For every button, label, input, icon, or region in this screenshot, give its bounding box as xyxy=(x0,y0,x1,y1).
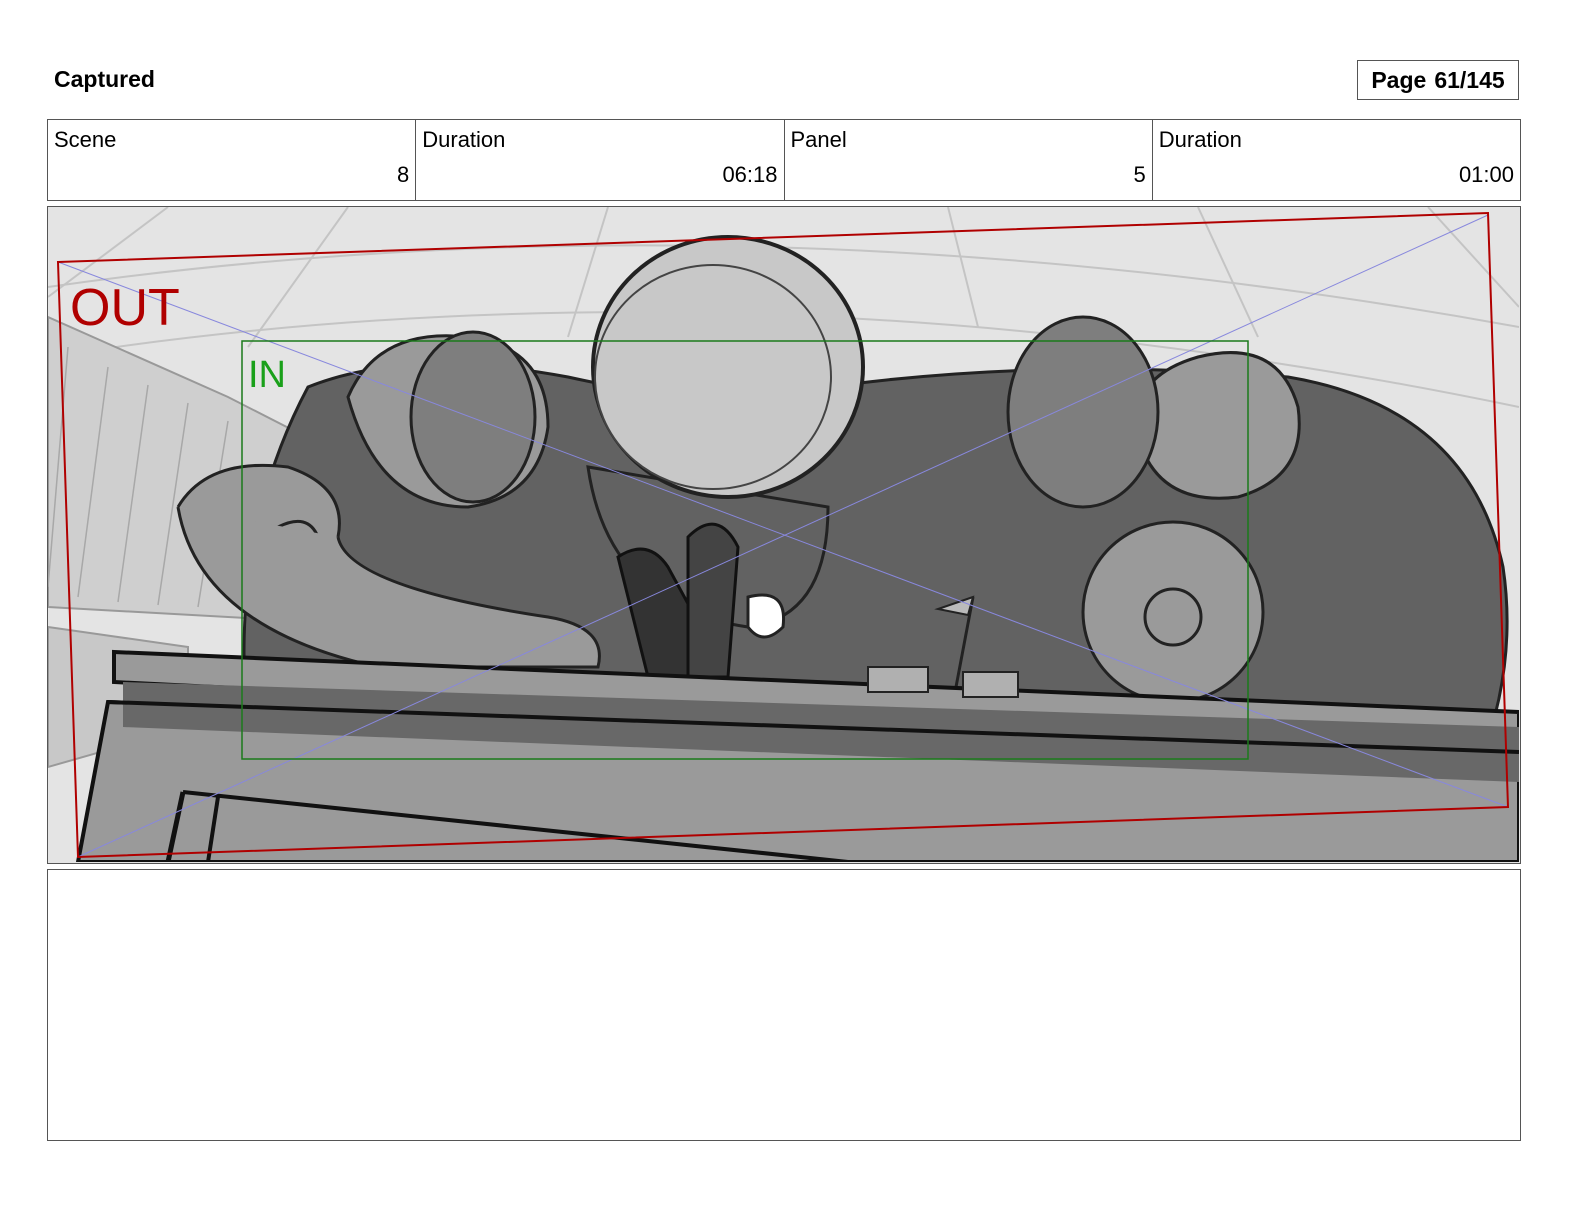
panel-cell: Panel 5 xyxy=(785,120,1153,200)
in-label: IN xyxy=(248,354,286,396)
page-label: Page xyxy=(1371,66,1427,93)
panel-duration-cell: Duration 01:00 xyxy=(1153,120,1520,200)
scene-info-table: Scene 8 Duration 06:18 Panel 5 Duration … xyxy=(47,119,1521,201)
scene-value: 8 xyxy=(397,162,410,187)
scene-duration-value: 06:18 xyxy=(722,162,778,187)
panel-notes-box[interactable] xyxy=(47,869,1521,1141)
panel-value: 5 xyxy=(1133,162,1146,187)
document-title: Captured xyxy=(54,66,155,92)
scene-label: Scene xyxy=(54,127,117,152)
scene-duration-cell: Duration 06:18 xyxy=(416,120,785,200)
panel-duration-value: 01:00 xyxy=(1458,162,1514,187)
out-label: OUT xyxy=(70,279,180,337)
storyboard-panel: OUT IN xyxy=(47,206,1521,864)
page-indicator: Page 61/145 xyxy=(1357,60,1519,100)
scene-duration-label: Duration xyxy=(422,127,506,152)
page-number: 61/145 xyxy=(1434,66,1505,93)
panel-label: Panel xyxy=(790,127,847,152)
scene-cell: Scene 8 xyxy=(48,120,417,200)
panel-drawing: OUT IN xyxy=(48,207,1519,862)
panel-duration-label: Duration xyxy=(1158,127,1242,152)
